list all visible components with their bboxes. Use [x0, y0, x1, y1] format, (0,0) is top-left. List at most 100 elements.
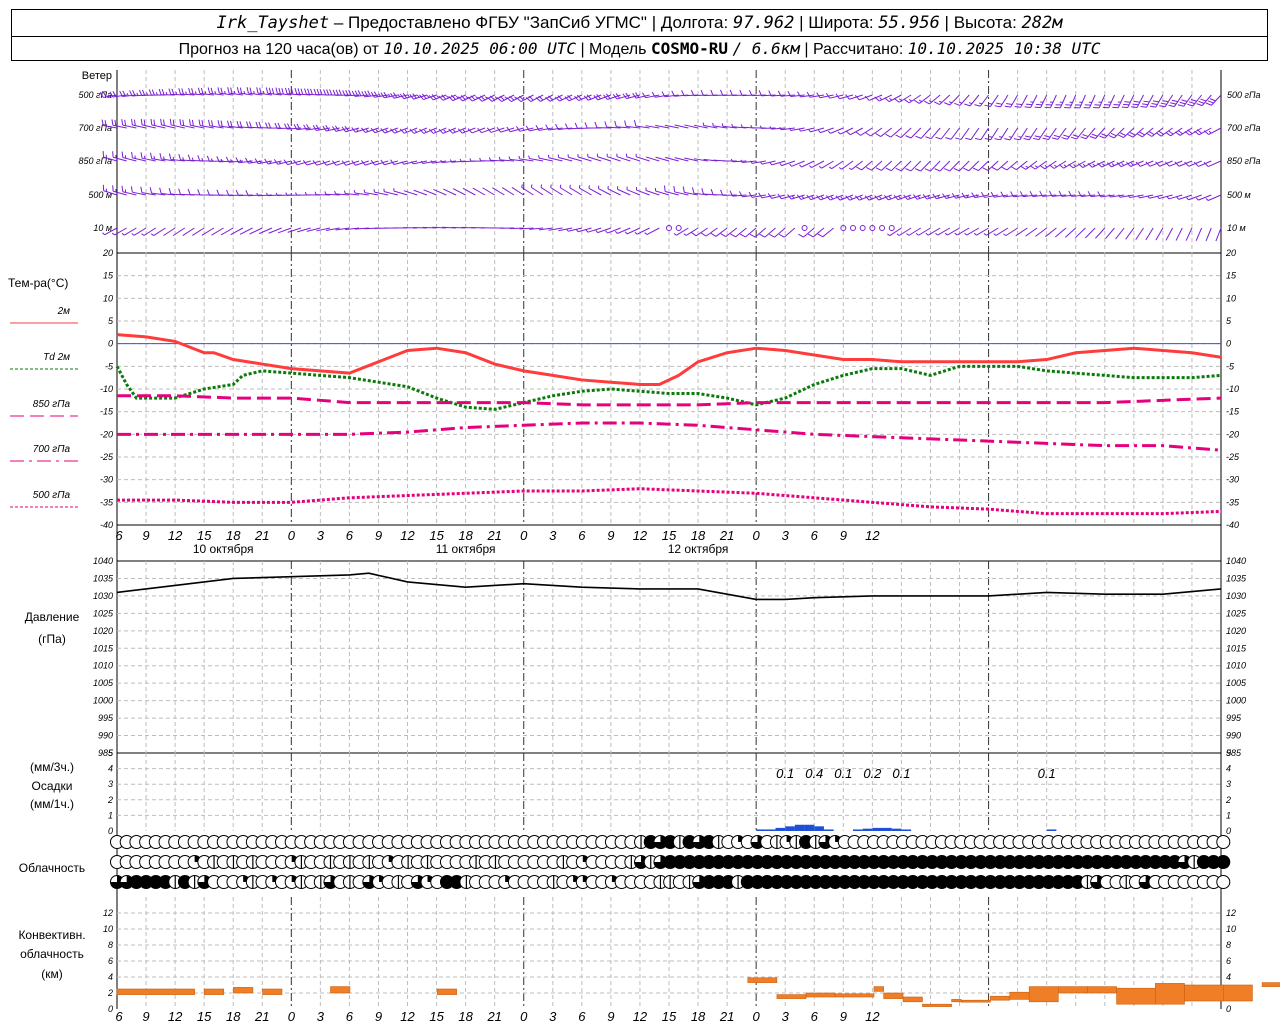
- wind-barb-staff: [803, 227, 815, 238]
- wind-barb-flag: [329, 89, 333, 96]
- conv-tick-left: 10: [103, 924, 113, 934]
- wind-barb-flag: [178, 188, 181, 195]
- wind-barb-flag: [816, 92, 821, 98]
- wind-barb-flag: [509, 95, 515, 101]
- x-hour-tick-label-bottom: 21: [254, 1009, 269, 1024]
- conv-cloud-bar: [1009, 991, 1030, 1000]
- wind-barb-flag: [1196, 103, 1203, 107]
- wind-barb-flag: [1205, 198, 1209, 201]
- wind-barb-flag: [837, 131, 841, 135]
- wind-barb-staff: [114, 227, 127, 236]
- wind-barb-flag: [806, 91, 811, 98]
- wind-barb-flag: [1061, 137, 1068, 140]
- wind-barb-flag: [343, 190, 346, 194]
- wind-barb-staff: [1132, 127, 1144, 138]
- wind-barb-flag: [268, 87, 272, 94]
- temp-tick-right: 20: [1225, 248, 1236, 258]
- wind-barb-staff: [970, 127, 980, 140]
- precip-tick-left: 5: [108, 748, 114, 758]
- date-label: 11 октября: [436, 542, 496, 556]
- wind-barb-flag: [1124, 101, 1131, 103]
- wind-barb-flag: [1101, 133, 1108, 137]
- wind-barb-flag: [700, 89, 704, 96]
- temp-tick-right: 0: [1226, 339, 1231, 349]
- wind-level-label-right: 500 м: [1227, 190, 1251, 200]
- wind-barb-flag: [855, 131, 861, 136]
- wind-barb-flag: [181, 88, 184, 95]
- temp-tick-left: -10: [100, 384, 113, 394]
- wind-barb-flag: [925, 136, 932, 140]
- wind-barb-staff: [1019, 127, 1028, 141]
- wind-barb-flag: [944, 168, 950, 172]
- precip-bar: [862, 828, 873, 831]
- wind-barb-flag: [1155, 132, 1162, 137]
- wind-barb-flag: [1042, 137, 1049, 141]
- wind-barb-staff: [501, 187, 515, 196]
- x-hour-tick-label-bottom: 6: [811, 1009, 819, 1024]
- wind-barb-flag: [644, 232, 648, 235]
- wind-barb-flag: [759, 233, 766, 238]
- x-hour-tick-label-bottom: 3: [317, 1009, 325, 1024]
- wind-barb-flag: [938, 100, 942, 103]
- wind-barb-staff: [958, 160, 970, 172]
- wind-barb-staff: [949, 160, 960, 172]
- wind-barb-staff: [1025, 160, 1038, 170]
- wind-barb-flag: [989, 136, 993, 138]
- wind-barb-staff: [980, 127, 989, 140]
- wind-barb-staff: [850, 127, 863, 136]
- wind-barb-staff: [822, 227, 834, 238]
- wind-level-label-left: 500 гПа: [79, 90, 112, 100]
- wind-barb-flag: [1177, 104, 1184, 107]
- wind-barb-staff: [1098, 94, 1106, 109]
- wind-barb-flag: [1013, 138, 1020, 141]
- wind-barb-flag: [1186, 197, 1189, 201]
- wind-barb-flag: [972, 167, 979, 172]
- conv-cloud-bar: [990, 995, 1011, 1001]
- wind-barb-staff: [1095, 227, 1106, 239]
- wind-barb-flag: [1023, 137, 1030, 141]
- wind-barb-flag: [1156, 195, 1160, 199]
- wind-barb-flag: [217, 120, 220, 127]
- conv-cloud-bar: [1116, 987, 1156, 1005]
- wind-barb-flag: [254, 158, 259, 164]
- x-hour-tick-label: 18: [226, 528, 241, 543]
- wind-barb-flag: [271, 88, 275, 95]
- wind-barb-staff: [976, 227, 989, 236]
- wind-barb-staff: [908, 227, 922, 236]
- wind-barb-flag: [1051, 137, 1059, 140]
- wind-barb-flag: [220, 87, 223, 94]
- x-hour-tick-label-bottom: 21: [486, 1009, 501, 1024]
- wind-barb-flag: [779, 126, 782, 130]
- wind-barb-flag: [207, 87, 211, 94]
- wind-barb-flag: [934, 168, 941, 172]
- wind-barb-flag: [885, 167, 892, 172]
- wind-barb-flag: [1044, 165, 1048, 168]
- wind-barb-flag: [1160, 102, 1167, 105]
- wind-barb-flag: [1166, 196, 1170, 200]
- wind-barb-flag: [1121, 106, 1128, 109]
- wind-level-label-right: 500 гПа: [1227, 90, 1260, 100]
- wind-barb-flag: [999, 136, 1003, 138]
- wind-barb-flag: [160, 118, 162, 125]
- wind-barb-flag: [278, 87, 281, 94]
- wind-barb-flag: [284, 87, 288, 94]
- wind-barb-flag: [518, 155, 521, 160]
- wind-barb-flag: [1176, 196, 1180, 200]
- conv-tick-left: 4: [108, 972, 113, 982]
- wind-barb-flag: [297, 88, 301, 95]
- x-hour-tick-label: 3: [782, 528, 790, 543]
- wind-barb-flag: [407, 94, 410, 98]
- wind-barb-staff: [1195, 227, 1203, 242]
- conv-cloud-bar: [922, 1003, 952, 1007]
- wind-barb-flag: [383, 91, 388, 98]
- wind-barb-staff: [163, 227, 176, 237]
- wind-barb-flag: [259, 87, 262, 94]
- wind-barb-flag: [1151, 102, 1158, 105]
- wind-barb-flag: [140, 186, 143, 193]
- x-hour-tick-label: 9: [840, 528, 847, 543]
- wind-barb-flag: [994, 105, 1001, 108]
- temp-tick-right: -25: [1226, 452, 1240, 462]
- wind-barb-flag: [508, 156, 511, 160]
- wind-barb-staff: [1006, 160, 1018, 171]
- precip-tick-left: 0: [108, 826, 113, 836]
